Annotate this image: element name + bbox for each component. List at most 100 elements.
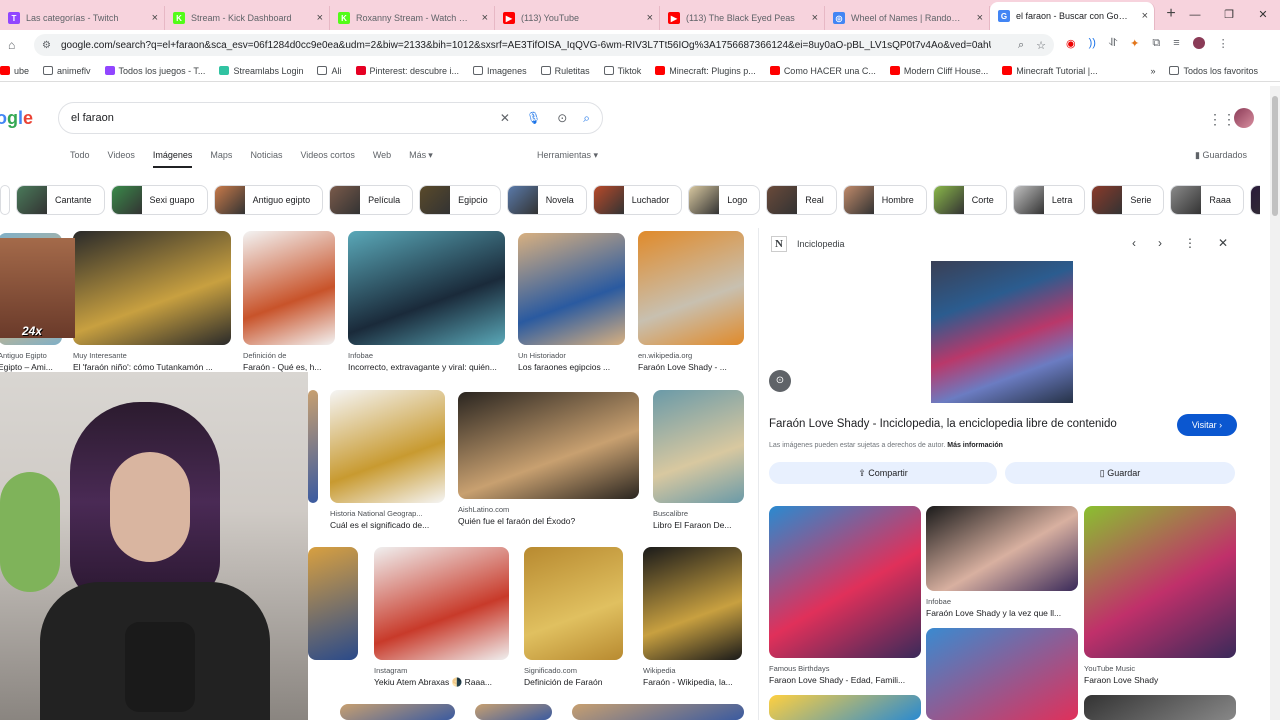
preview-image[interactable] <box>931 261 1073 403</box>
tab-close-icon[interactable]: × <box>812 12 818 24</box>
browser-tab[interactable]: ▶ (113) YouTube × <box>495 6 660 30</box>
refinement-chip[interactable]: Serie <box>1091 185 1165 215</box>
related-image-partial[interactable] <box>926 628 1078 720</box>
search-tab[interactable]: Web <box>373 150 391 168</box>
search-input[interactable]: el faraon <box>71 112 114 124</box>
maximize-button[interactable]: ❐ <box>1212 0 1246 30</box>
url-text[interactable]: google.com/search?q=el+faraon&sca_esv=06… <box>61 40 991 51</box>
refinement-chip[interactable]: Cancic <box>1249 185 1260 215</box>
image-result[interactable]: Buscalibre Libro El Faraon De... <box>653 390 744 530</box>
result-source[interactable]: Significado.com <box>524 666 623 675</box>
tab-close-icon[interactable]: × <box>152 12 158 24</box>
partial-image-result[interactable] <box>475 704 552 720</box>
audio-icon[interactable]: )) <box>1089 37 1096 50</box>
profile-avatar[interactable] <box>1192 37 1205 49</box>
result-thumbnail[interactable] <box>638 231 744 345</box>
result-caption[interactable]: Definición de Faraón <box>524 677 623 687</box>
site-name[interactable]: Inciclopedia <box>797 239 845 249</box>
address-bar[interactable]: ⚙ google.com/search?q=el+faraon&sca_esv=… <box>34 34 1054 56</box>
related-thumbnail[interactable] <box>769 506 921 658</box>
metamask-icon[interactable]: ✦ <box>1130 37 1139 50</box>
visit-button[interactable]: Visitar › <box>1177 414 1237 436</box>
image-result[interactable]: Un Historiador Los faraones egipcios ... <box>518 233 625 372</box>
browser-tab[interactable]: ▶ (113) The Black Eyed Peas × <box>660 6 825 30</box>
clear-icon[interactable]: ✕ <box>500 111 510 126</box>
related-image[interactable]: Famous Birthdays Faraon Love Shady - Edad… <box>769 506 921 685</box>
related-image-partial[interactable] <box>769 695 921 720</box>
more-info-link[interactable]: Más información <box>947 442 1003 449</box>
result-caption[interactable]: Libro El Faraon De... <box>653 520 744 530</box>
related-caption[interactable]: Faraón Love Shady y la vez que ll... <box>926 608 1078 618</box>
refinement-chip[interactable]: Luchador <box>592 185 683 215</box>
mic-icon[interactable]: 🎙 <box>526 111 541 126</box>
image-result[interactable]: Definición de Faraón - Qué es, h... <box>243 231 335 372</box>
account-avatar[interactable] <box>1234 108 1254 128</box>
image-result[interactable]: AishLatino.com Quién fue el faraón del Éx… <box>458 392 639 526</box>
result-thumbnail[interactable] <box>458 392 639 499</box>
bookmark-item[interactable]: ube <box>0 66 29 76</box>
tab-close-icon[interactable]: × <box>482 12 488 24</box>
refinement-chip[interactable]: Novela <box>506 185 587 215</box>
refinement-chip[interactable]: Sexi guapo <box>110 185 208 215</box>
result-caption[interactable]: El 'faraón niño': cómo Tutankamón ... <box>73 362 231 372</box>
search-tab[interactable]: Maps <box>210 150 232 168</box>
related-image-partial[interactable] <box>1084 695 1236 720</box>
related-image[interactable]: Infobae Faraón Love Shady y la vez que ll… <box>926 506 1078 618</box>
tab-close-icon[interactable]: × <box>977 12 983 24</box>
search-tab[interactable]: Más <box>409 150 426 168</box>
refinement-chip[interactable]: Cantante <box>16 185 105 215</box>
browser-tab[interactable]: K Roxanny Stream - Watch Live on Kick × <box>330 6 495 30</box>
result-caption[interactable]: Faraón Love Shady - ... <box>638 362 744 372</box>
bookmark-item[interactable]: Streamlabs Login <box>219 66 303 76</box>
browser-tab[interactable]: K Stream - Kick Dashboard × <box>165 6 330 30</box>
save-button[interactable]: ▯ Guardar <box>1005 462 1235 484</box>
related-source[interactable]: Famous Birthdays <box>769 664 921 673</box>
result-caption[interactable]: Incorrecto, extravagante y viral: quién.… <box>348 362 505 372</box>
result-source[interactable]: Antiguo Egipto <box>0 351 62 360</box>
image-result[interactable]: Historia National Geograp... Cuál es el s… <box>330 390 445 530</box>
related-thumbnail[interactable] <box>926 506 1078 591</box>
bookmark-star-icon[interactable]: ☆ <box>1036 39 1046 52</box>
result-thumbnail[interactable] <box>330 390 445 503</box>
opera-icon[interactable]: ◉ <box>1066 37 1076 50</box>
site-info-icon[interactable]: ⚙ <box>42 40 51 51</box>
result-thumbnail[interactable] <box>518 233 625 345</box>
partial-image-result[interactable] <box>572 704 744 720</box>
minimize-button[interactable]: — <box>1178 0 1212 30</box>
refinement-chip[interactable]: Egipcio <box>419 185 501 215</box>
refinement-chip[interactable]: Letra <box>1012 185 1086 215</box>
result-thumbnail[interactable] <box>340 704 455 720</box>
image-result[interactable]: Infobae Incorrecto, extravagante y viral:… <box>348 231 505 372</box>
image-result[interactable]: en.wikipedia.org Faraón Love Shady - ... <box>638 231 744 372</box>
browser-tab[interactable]: ◎ Wheel of Names | Random nam × <box>825 6 990 30</box>
saved-button[interactable]: ▮ Guardados <box>1195 150 1247 161</box>
tab-close-icon[interactable]: × <box>1142 10 1148 22</box>
result-thumbnail[interactable] <box>308 390 318 503</box>
refinement-chip[interactable]: Antiguo egipto <box>213 185 324 215</box>
close-window-button[interactable]: ✕ <box>1246 0 1280 30</box>
lens-search-icon[interactable]: ⊙ <box>769 370 791 392</box>
refinement-chip[interactable]: Logo <box>688 185 761 215</box>
related-thumbnail[interactable] <box>1084 506 1236 658</box>
related-caption[interactable]: Faraon Love Shady <box>1084 675 1236 685</box>
lens-icon[interactable]: ⊙ <box>557 111 567 126</box>
result-thumbnail[interactable] <box>524 547 623 660</box>
search-tab[interactable]: Noticias <box>250 150 282 168</box>
bookmark-item[interactable]: Ruletitas <box>540 66 590 76</box>
scroll-thumb[interactable] <box>1272 96 1278 216</box>
chip-partial[interactable] <box>0 185 10 215</box>
prev-icon[interactable]: ‹ <box>1132 236 1136 250</box>
translate-icon[interactable]: ⥯ <box>1109 37 1117 50</box>
menu-icon[interactable]: ⋮ <box>1218 37 1229 50</box>
result-caption[interactable]: Los faraones egipcios ... <box>518 362 625 372</box>
result-thumbnail[interactable] <box>308 547 358 660</box>
zoom-icon[interactable]: ⌕ <box>1018 39 1024 52</box>
home-icon[interactable]: ⌂ <box>8 38 15 52</box>
search-tab[interactable]: Todo <box>70 150 90 168</box>
result-source[interactable]: Un Historiador <box>518 351 625 360</box>
apps-grid-icon[interactable]: ⋮⋮ <box>1208 111 1236 128</box>
result-caption[interactable]: Yekiu Atem Abraxas 🌗 Raaa... <box>374 677 509 688</box>
result-caption[interactable]: Quién fue el faraón del Éxodo? <box>458 516 639 526</box>
result-source[interactable]: Instagram <box>374 666 509 675</box>
preview-title[interactable]: Faraón Love Shady - Inciclopedia, la enc… <box>769 418 1117 430</box>
